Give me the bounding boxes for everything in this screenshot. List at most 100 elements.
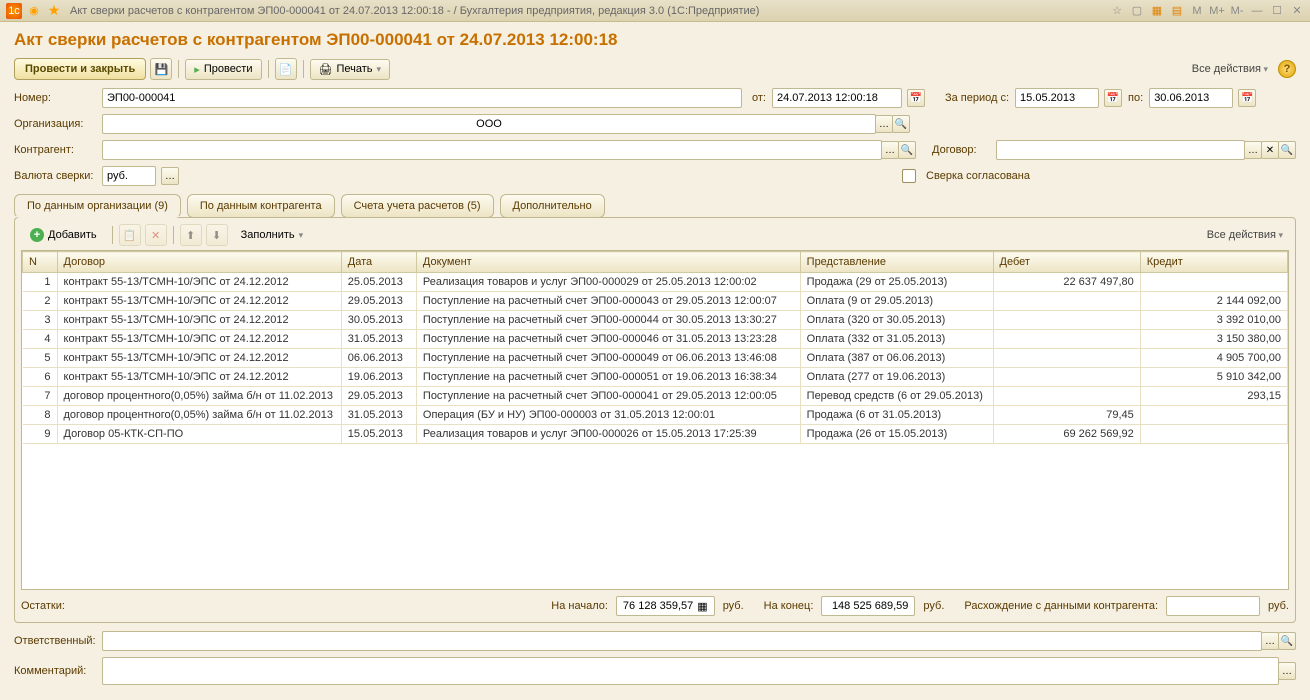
contract-input[interactable] (996, 140, 1245, 160)
m-plus-icon[interactable]: M+ (1208, 3, 1226, 19)
post-button[interactable]: ▸Провести (185, 59, 261, 80)
period-from-input[interactable]: 15.05.2013 (1015, 88, 1099, 108)
post-label: Провести (204, 63, 253, 75)
diff-label: Расхождение с данными контрагента: (964, 600, 1158, 612)
table-row[interactable]: 8договор процентного(0,05%) займа б/н от… (23, 406, 1288, 425)
table-row[interactable]: 4контракт 55-13/ТСМН-10/ЭПС от 24.12.201… (23, 330, 1288, 349)
counterparty-label: Контрагент: (14, 144, 96, 156)
search-icon[interactable]: 🔍 (898, 141, 916, 159)
col-contract[interactable]: Договор (57, 252, 341, 273)
minimize-icon[interactable]: — (1248, 3, 1266, 19)
move-up-button[interactable]: ⬆ (180, 224, 202, 246)
main-toolbar: Провести и закрыть 💾 ▸Провести 📄 🖨Печать… (14, 58, 1296, 80)
cell-n: 7 (23, 387, 58, 406)
close-icon[interactable]: ✕ (1288, 3, 1306, 19)
help-button[interactable]: ? (1278, 60, 1296, 78)
col-document[interactable]: Документ (416, 252, 800, 273)
ellipsis-icon[interactable]: … (875, 115, 893, 133)
col-representation[interactable]: Представление (800, 252, 993, 273)
document-button[interactable]: 📄 (275, 58, 297, 80)
post-and-close-button[interactable]: Провести и закрыть (14, 58, 146, 80)
cell-debit (993, 292, 1140, 311)
counterparty-input[interactable] (102, 140, 882, 160)
m-minus-icon[interactable]: M- (1228, 3, 1246, 19)
m-icon[interactable]: M (1188, 3, 1206, 19)
add-button[interactable]: +Добавить (21, 224, 106, 246)
table-row[interactable]: 2контракт 55-13/ТСМН-10/ЭПС от 24.12.201… (23, 292, 1288, 311)
ellipsis-icon[interactable]: … (1244, 141, 1262, 159)
data-grid[interactable]: N Договор Дата Документ Представление Де… (21, 250, 1289, 590)
agreed-checkbox[interactable] (902, 169, 916, 183)
period-from-label: За период с: (945, 92, 1009, 104)
calendar-icon[interactable]: 📅 (907, 89, 925, 107)
maximize-icon[interactable]: ☐ (1268, 3, 1286, 19)
cell-representation: Оплата (387 от 06.06.2013) (800, 349, 993, 368)
all-actions-button[interactable]: Все действия (1186, 60, 1274, 78)
clear-icon[interactable]: ✕ (1261, 141, 1279, 159)
cell-contract: контракт 55-13/ТСМН-10/ЭПС от 24.12.2012 (57, 273, 341, 292)
tab-org-data[interactable]: По данным организации (9) (14, 194, 181, 218)
period-to-input[interactable]: 30.06.2013 (1149, 88, 1233, 108)
col-credit[interactable]: Кредит (1140, 252, 1287, 273)
calendar-icon[interactable]: 📅 (1238, 89, 1256, 107)
cell-n: 3 (23, 311, 58, 330)
responsible-input[interactable] (102, 631, 1262, 651)
calc-icon[interactable]: ▦ (1148, 3, 1166, 19)
fill-button[interactable]: Заполнить (232, 225, 313, 245)
start-value: 76 128 359,57 (623, 600, 693, 612)
comment-input[interactable] (102, 657, 1279, 685)
table-row[interactable]: 5контракт 55-13/ТСМН-10/ЭПС от 24.12.201… (23, 349, 1288, 368)
copy-button[interactable]: 📋 (119, 224, 141, 246)
date-from-input[interactable]: 24.07.2013 12:00:18 (772, 88, 902, 108)
separator (303, 60, 304, 78)
table-row[interactable]: 6контракт 55-13/ТСМН-10/ЭПС от 24.12.201… (23, 368, 1288, 387)
dropdown-icon[interactable]: ◉ (26, 3, 42, 19)
ellipsis-icon[interactable]: … (1261, 632, 1279, 650)
table-row[interactable]: 7договор процентного(0,05%) займа б/н от… (23, 387, 1288, 406)
cell-date: 25.05.2013 (341, 273, 416, 292)
cell-date: 29.05.2013 (341, 292, 416, 311)
number-input[interactable]: ЭП00-000041 (102, 88, 742, 108)
col-date[interactable]: Дата (341, 252, 416, 273)
cell-contract: контракт 55-13/ТСМН-10/ЭПС от 24.12.2012 (57, 330, 341, 349)
ellipsis-icon[interactable]: … (881, 141, 899, 159)
table-row[interactable]: 1контракт 55-13/ТСМН-10/ЭПС от 24.12.201… (23, 273, 1288, 292)
col-debit[interactable]: Дебет (993, 252, 1140, 273)
cell-credit: 2 144 092,00 (1140, 292, 1287, 311)
calc-icon[interactable]: ▦ (697, 600, 707, 613)
cell-contract: договор процентного(0,05%) займа б/н от … (57, 406, 341, 425)
search-icon[interactable]: 🔍 (1278, 632, 1296, 650)
currency-input[interactable]: руб. (102, 166, 156, 186)
panel-toolbar: +Добавить 📋 ✕ ⬆ ⬇ Заполнить Все действия (21, 224, 1289, 246)
print-button[interactable]: 🖨Печать (310, 59, 391, 80)
fav-star-icon[interactable]: ☆ (1108, 3, 1126, 19)
tab-accounts[interactable]: Счета учета расчетов (5) (341, 194, 494, 218)
cell-contract: контракт 55-13/ТСМН-10/ЭПС от 24.12.2012 (57, 292, 341, 311)
cell-contract: Договор 05-КТК-СП-ПО (57, 425, 341, 444)
cell-debit: 69 262 569,92 (993, 425, 1140, 444)
table-row[interactable]: 9Договор 05-КТК-СП-ПО15.05.2013Реализаци… (23, 425, 1288, 444)
calendar-icon[interactable]: 📅 (1104, 89, 1122, 107)
cell-contract: контракт 55-13/ТСМН-10/ЭПС от 24.12.2012 (57, 349, 341, 368)
cell-date: 31.05.2013 (341, 406, 416, 425)
cell-contract: контракт 55-13/ТСМН-10/ЭПС от 24.12.2012 (57, 311, 341, 330)
org-input[interactable]: ООО (102, 114, 876, 134)
table-row[interactable]: 3контракт 55-13/ТСМН-10/ЭПС от 24.12.201… (23, 311, 1288, 330)
favorite-icon[interactable]: ★ (46, 3, 62, 19)
search-icon[interactable]: 🔍 (892, 115, 910, 133)
calendar-icon[interactable]: ▤ (1168, 3, 1186, 19)
from-label: от: (752, 92, 766, 104)
col-n[interactable]: N (23, 252, 58, 273)
ellipsis-icon[interactable]: … (1278, 662, 1296, 680)
tab-counterparty-data[interactable]: По данным контрагента (187, 194, 335, 218)
move-down-button[interactable]: ⬇ (206, 224, 228, 246)
delete-button[interactable]: ✕ (145, 224, 167, 246)
responsible-label: Ответственный: (14, 635, 96, 647)
save-button[interactable]: 💾 (150, 58, 172, 80)
box-icon[interactable]: ▢ (1128, 3, 1146, 19)
tabs: По данным организации (9) По данным конт… (14, 194, 1296, 218)
ellipsis-icon[interactable]: … (161, 167, 179, 185)
search-icon[interactable]: 🔍 (1278, 141, 1296, 159)
tab-additional[interactable]: Дополнительно (500, 194, 605, 218)
panel-all-actions-button[interactable]: Все действия (1201, 226, 1289, 244)
